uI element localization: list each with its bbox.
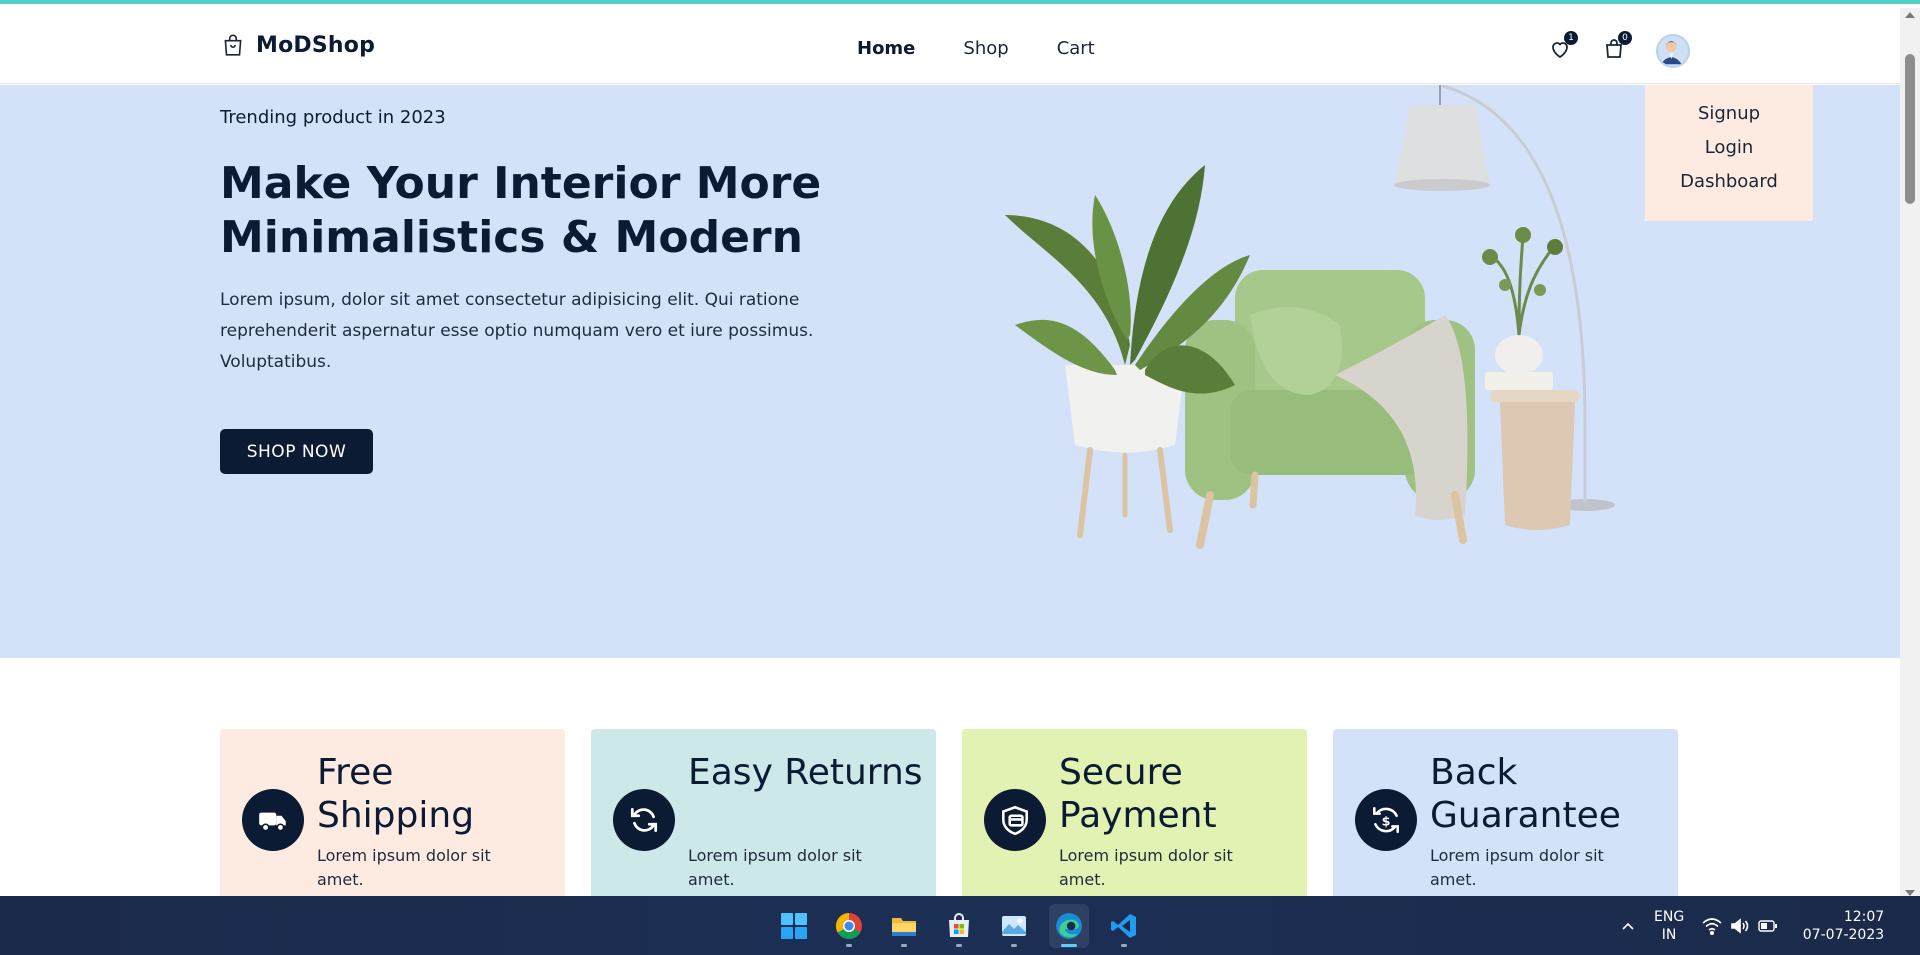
shop-now-button[interactable]: SHOP NOW — [220, 429, 373, 474]
running-indicator — [956, 944, 962, 947]
feature-title: Back Guarantee — [1430, 752, 1621, 836]
feature-text: Lorem ipsum dolor sit amet. — [317, 846, 491, 889]
region-code: IN — [1661, 926, 1677, 943]
taskbar-clock[interactable]: 12:07 07-07-2023 — [1796, 908, 1884, 944]
main-nav: Home Shop Cart — [857, 38, 1095, 59]
running-indicator — [1121, 944, 1127, 947]
running-indicator — [1011, 944, 1017, 947]
tray-status-icons[interactable] — [1702, 917, 1778, 935]
running-indicator — [846, 944, 852, 947]
feature-text: Lorem ipsum dolor sit amet. — [1430, 846, 1604, 889]
speaker-icon — [1731, 917, 1749, 934]
green-armchair-illustration — [1185, 270, 1475, 549]
photos-icon[interactable] — [994, 904, 1034, 948]
feature-card-free-shipping: Free Shipping Lorem ipsum dolor sit amet… — [220, 729, 565, 896]
active-indicator — [1061, 944, 1077, 947]
feature-text: Lorem ipsum dolor sit amet. — [1059, 846, 1233, 889]
site-header: MoDShop Home Shop Cart 1 0 — [0, 4, 1900, 84]
side-table-illustration — [1482, 227, 1580, 530]
truck-icon — [242, 789, 304, 851]
vscode-icon[interactable] — [1104, 904, 1144, 948]
wifi-icon — [1702, 917, 1722, 935]
language-indicator[interactable]: ENG IN — [1654, 908, 1684, 944]
refresh-icon — [613, 789, 675, 851]
brand-name: MoDShop — [256, 32, 376, 58]
hero-description: Lorem ipsum, dolor sit amet consectetur … — [220, 290, 814, 372]
taskbar-apps — [774, 904, 1144, 948]
feature-card-easy-returns: Easy Returns Lorem ipsum dolor sit amet. — [591, 729, 936, 896]
feature-card-back-guarantee: $ Back Guarantee Lorem ipsum dolor sit a… — [1333, 729, 1678, 896]
microsoft-store-icon[interactable] — [939, 904, 979, 948]
language-code: ENG — [1654, 908, 1685, 925]
menu-item-dashboard[interactable]: Dashboard — [1645, 169, 1813, 203]
menu-item-signup[interactable]: Signup — [1645, 101, 1813, 135]
system-tray: ENG IN 12:07 07-07-2023 — [1620, 896, 1884, 955]
chrome-icon[interactable] — [829, 904, 869, 948]
user-dropdown-menu: Signup Login Dashboard — [1645, 85, 1813, 221]
running-indicator — [901, 944, 907, 947]
shopping-bag-icon — [224, 34, 242, 56]
clock-time: 12:07 — [1843, 908, 1885, 925]
hero-tag: Trending product in 2023 — [220, 107, 446, 128]
hero-section: Trending product in 2023 Make Your Inter… — [0, 85, 1900, 658]
feature-title: Easy Returns — [688, 752, 923, 793]
features-row: Free Shipping Lorem ipsum dolor sit amet… — [220, 729, 1678, 896]
wishlist-count-badge: 1 — [1564, 31, 1578, 45]
browser-viewport: MoDShop Home Shop Cart 1 0 Trending prod… — [0, 0, 1920, 896]
svg-text:$: $ — [1382, 814, 1391, 829]
menu-item-login[interactable]: Login — [1645, 135, 1813, 169]
brand-logo[interactable]: MoDShop — [220, 32, 375, 58]
feature-title: Secure Payment — [1059, 752, 1217, 836]
nav-shop[interactable]: Shop — [963, 38, 1008, 59]
file-explorer-icon[interactable] — [884, 904, 924, 948]
windows-start-icon[interactable] — [774, 904, 814, 948]
header-actions: 1 0 — [1548, 31, 1690, 68]
nav-cart[interactable]: Cart — [1057, 38, 1095, 59]
nav-home[interactable]: Home — [857, 38, 915, 59]
cart-count-badge: 0 — [1618, 31, 1632, 45]
feature-title: Free Shipping — [317, 752, 475, 836]
secure-card-icon — [984, 789, 1046, 851]
clock-date: 07-07-2023 — [1802, 926, 1885, 943]
money-back-icon: $ — [1355, 789, 1417, 851]
user-avatar[interactable] — [1656, 34, 1690, 68]
page-scrollbar[interactable] — [1900, 8, 1920, 896]
hero-furniture-image — [1005, 85, 1615, 549]
cart-button[interactable]: 0 — [1602, 31, 1632, 63]
feature-card-secure-payment: Secure Payment Lorem ipsum dolor sit ame… — [962, 729, 1307, 896]
hero-headline: Make Your Interior More Minimalistics & … — [220, 158, 822, 263]
edge-icon[interactable] — [1049, 904, 1089, 948]
windows-taskbar: ENG IN 12:07 07-07-2023 — [0, 896, 1920, 955]
feature-text: Lorem ipsum dolor sit amet. — [688, 846, 862, 889]
chevron-up-icon[interactable] — [1620, 918, 1636, 934]
scrollbar-thumb[interactable] — [1905, 54, 1915, 204]
wishlist-button[interactable]: 1 — [1548, 31, 1578, 63]
battery-icon — [1758, 919, 1778, 932]
user-avatar-icon — [1660, 41, 1682, 65]
scroll-up-arrow-icon[interactable] — [1905, 12, 1915, 18]
